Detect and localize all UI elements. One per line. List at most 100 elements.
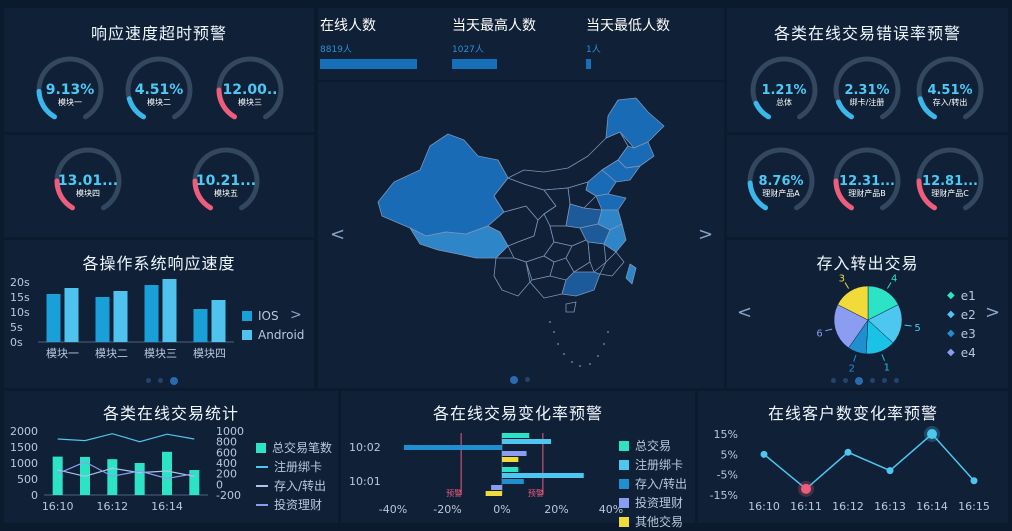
gauge-label: 存入/转出 <box>933 97 968 107</box>
alert-point[interactable] <box>927 429 937 439</box>
y-left-tick: 500 <box>17 473 38 486</box>
bar-2[interactable] <box>502 479 524 484</box>
map-region-yunnan[interactable] <box>493 257 531 297</box>
pager-dot-active[interactable] <box>510 375 518 384</box>
y-right-tick: 1000 <box>216 425 244 438</box>
x-tick-label: 模块三 <box>144 347 177 360</box>
pie-next-arrow[interactable]: > <box>985 304 1000 322</box>
data-point[interactable] <box>844 448 852 456</box>
bar-3[interactable] <box>502 451 527 456</box>
bar-4[interactable] <box>485 491 502 496</box>
legend-line <box>256 484 268 487</box>
pager-dot[interactable] <box>146 378 151 383</box>
pie-legend-e1[interactable]: ◆ e1 <box>947 286 976 305</box>
map-region-taiwan[interactable] <box>625 263 637 285</box>
bar-3[interactable] <box>491 485 502 490</box>
pie-prev-arrow[interactable]: < <box>737 304 752 322</box>
y-tick-label: 0s <box>10 336 23 349</box>
trade-legend-deposit[interactable]: 存入/转出 <box>256 476 332 495</box>
change-legend-register[interactable]: 注册绑卡 <box>619 455 687 474</box>
change-legend-total[interactable]: 总交易 <box>619 436 687 455</box>
legend-label: 总交易 <box>635 439 672 453</box>
y-tick-label: 10s <box>10 306 30 319</box>
line-series[interactable] <box>57 433 195 443</box>
map-region-xinjiang[interactable] <box>377 133 509 237</box>
bar-total-trades[interactable] <box>52 456 63 495</box>
pager-dot[interactable] <box>870 378 875 383</box>
trade-legend-total[interactable]: 总交易笔数 <box>256 438 332 457</box>
china-map[interactable] <box>318 82 724 388</box>
bar-total-trades[interactable] <box>162 451 172 495</box>
pie-legend-e4[interactable]: ◆ e4 <box>947 343 976 362</box>
pager-dot-active[interactable] <box>855 376 863 385</box>
trade-legend-invest[interactable]: 投资理财 <box>256 495 332 514</box>
pager-dot[interactable] <box>525 377 530 382</box>
map-region-guangxi[interactable] <box>529 275 567 299</box>
line-series[interactable] <box>57 467 195 477</box>
legend-label: 投资理财 <box>274 498 323 512</box>
map-regions[interactable] <box>377 97 665 313</box>
y-tick-label: -5% <box>717 469 738 482</box>
bar-total-trades[interactable] <box>134 463 145 495</box>
stats-panel: 在线人数 8819人 当天最高人数 1027人 当天最低人数 1人 <box>318 8 724 80</box>
gauge-value: 2.31% <box>844 83 889 98</box>
y-left-tick: 1500 <box>10 441 38 454</box>
pie-legend-label: e3 <box>960 326 976 341</box>
legend-item-android[interactable]: Android <box>242 325 304 344</box>
line-series[interactable] <box>763 432 975 490</box>
bar-0[interactable] <box>502 433 530 438</box>
map-prev-arrow[interactable]: < <box>330 226 345 244</box>
bar-ios[interactable] <box>193 309 208 342</box>
bar-1[interactable] <box>502 473 584 478</box>
pager-dot[interactable] <box>882 378 887 383</box>
bar-android[interactable] <box>64 288 79 342</box>
change-legend-invest[interactable]: 投资理财 <box>619 493 687 512</box>
bar-ios[interactable] <box>46 294 61 342</box>
x-tick-label: 16:11 <box>790 500 822 513</box>
pager-dot-active[interactable] <box>170 376 178 385</box>
pie-legend-e3[interactable]: ◆ e3 <box>947 324 976 343</box>
legend-line <box>256 465 268 468</box>
pager-dot[interactable] <box>894 378 899 383</box>
map-region-hainan[interactable] <box>565 301 577 313</box>
bar-android[interactable] <box>162 279 177 342</box>
bar-android[interactable] <box>113 291 128 342</box>
data-point[interactable] <box>886 467 894 475</box>
pager-dot[interactable] <box>158 378 163 383</box>
data-point[interactable] <box>970 477 978 485</box>
data-point[interactable] <box>760 450 768 458</box>
china-map-panel: < > <box>318 82 724 388</box>
trade-legend-register[interactable]: 注册绑卡 <box>256 457 332 476</box>
change-legend-other[interactable]: 其他交易 <box>619 512 687 531</box>
map-region-guangdong[interactable] <box>561 271 601 297</box>
x-tick-label: 模块二 <box>95 347 128 360</box>
pie-label: 2 <box>849 363 855 374</box>
pie-legend-e2[interactable]: ◆ e2 <box>947 305 976 324</box>
gauge-label: 理财产品B <box>848 188 886 198</box>
map-region-shandong[interactable] <box>595 193 627 211</box>
bar-1[interactable] <box>502 439 552 444</box>
map-next-arrow[interactable]: > <box>698 226 713 244</box>
y-left-tick: 0 <box>31 489 38 502</box>
alert-point[interactable] <box>801 483 811 494</box>
bar-4[interactable] <box>502 457 519 462</box>
bar-android[interactable] <box>211 300 226 342</box>
bar-ios[interactable] <box>144 285 159 342</box>
change-legend-deposit[interactable]: 存入/转出 <box>619 474 687 493</box>
gauge: 12.31...理财产品B <box>833 147 901 211</box>
diamond-icon: ◆ <box>947 309 955 320</box>
y-tick-label: 5% <box>721 448 738 461</box>
bar-2[interactable] <box>403 445 502 450</box>
pager-dot[interactable] <box>843 378 848 383</box>
change-legend: 总交易 注册绑卡 存入/转出 投资理财 其他交易 <box>619 436 687 531</box>
gauge-label: 绑卡/注册 <box>850 97 885 107</box>
response-speed-panel: 响应速度超时预警 9.13% 模块一 4.51% 模块二 12.00.. 模块三 <box>4 8 314 132</box>
pie-label: 3 <box>839 273 845 284</box>
bar-ios[interactable] <box>95 297 110 342</box>
pager-dot[interactable] <box>831 378 836 383</box>
os-next-arrow[interactable]: > <box>290 306 302 324</box>
bar-0[interactable] <box>502 467 519 472</box>
island-dot <box>553 331 555 333</box>
bar-total-trades[interactable] <box>107 459 118 495</box>
stat-label-max: 当天最高人数 <box>452 18 536 34</box>
